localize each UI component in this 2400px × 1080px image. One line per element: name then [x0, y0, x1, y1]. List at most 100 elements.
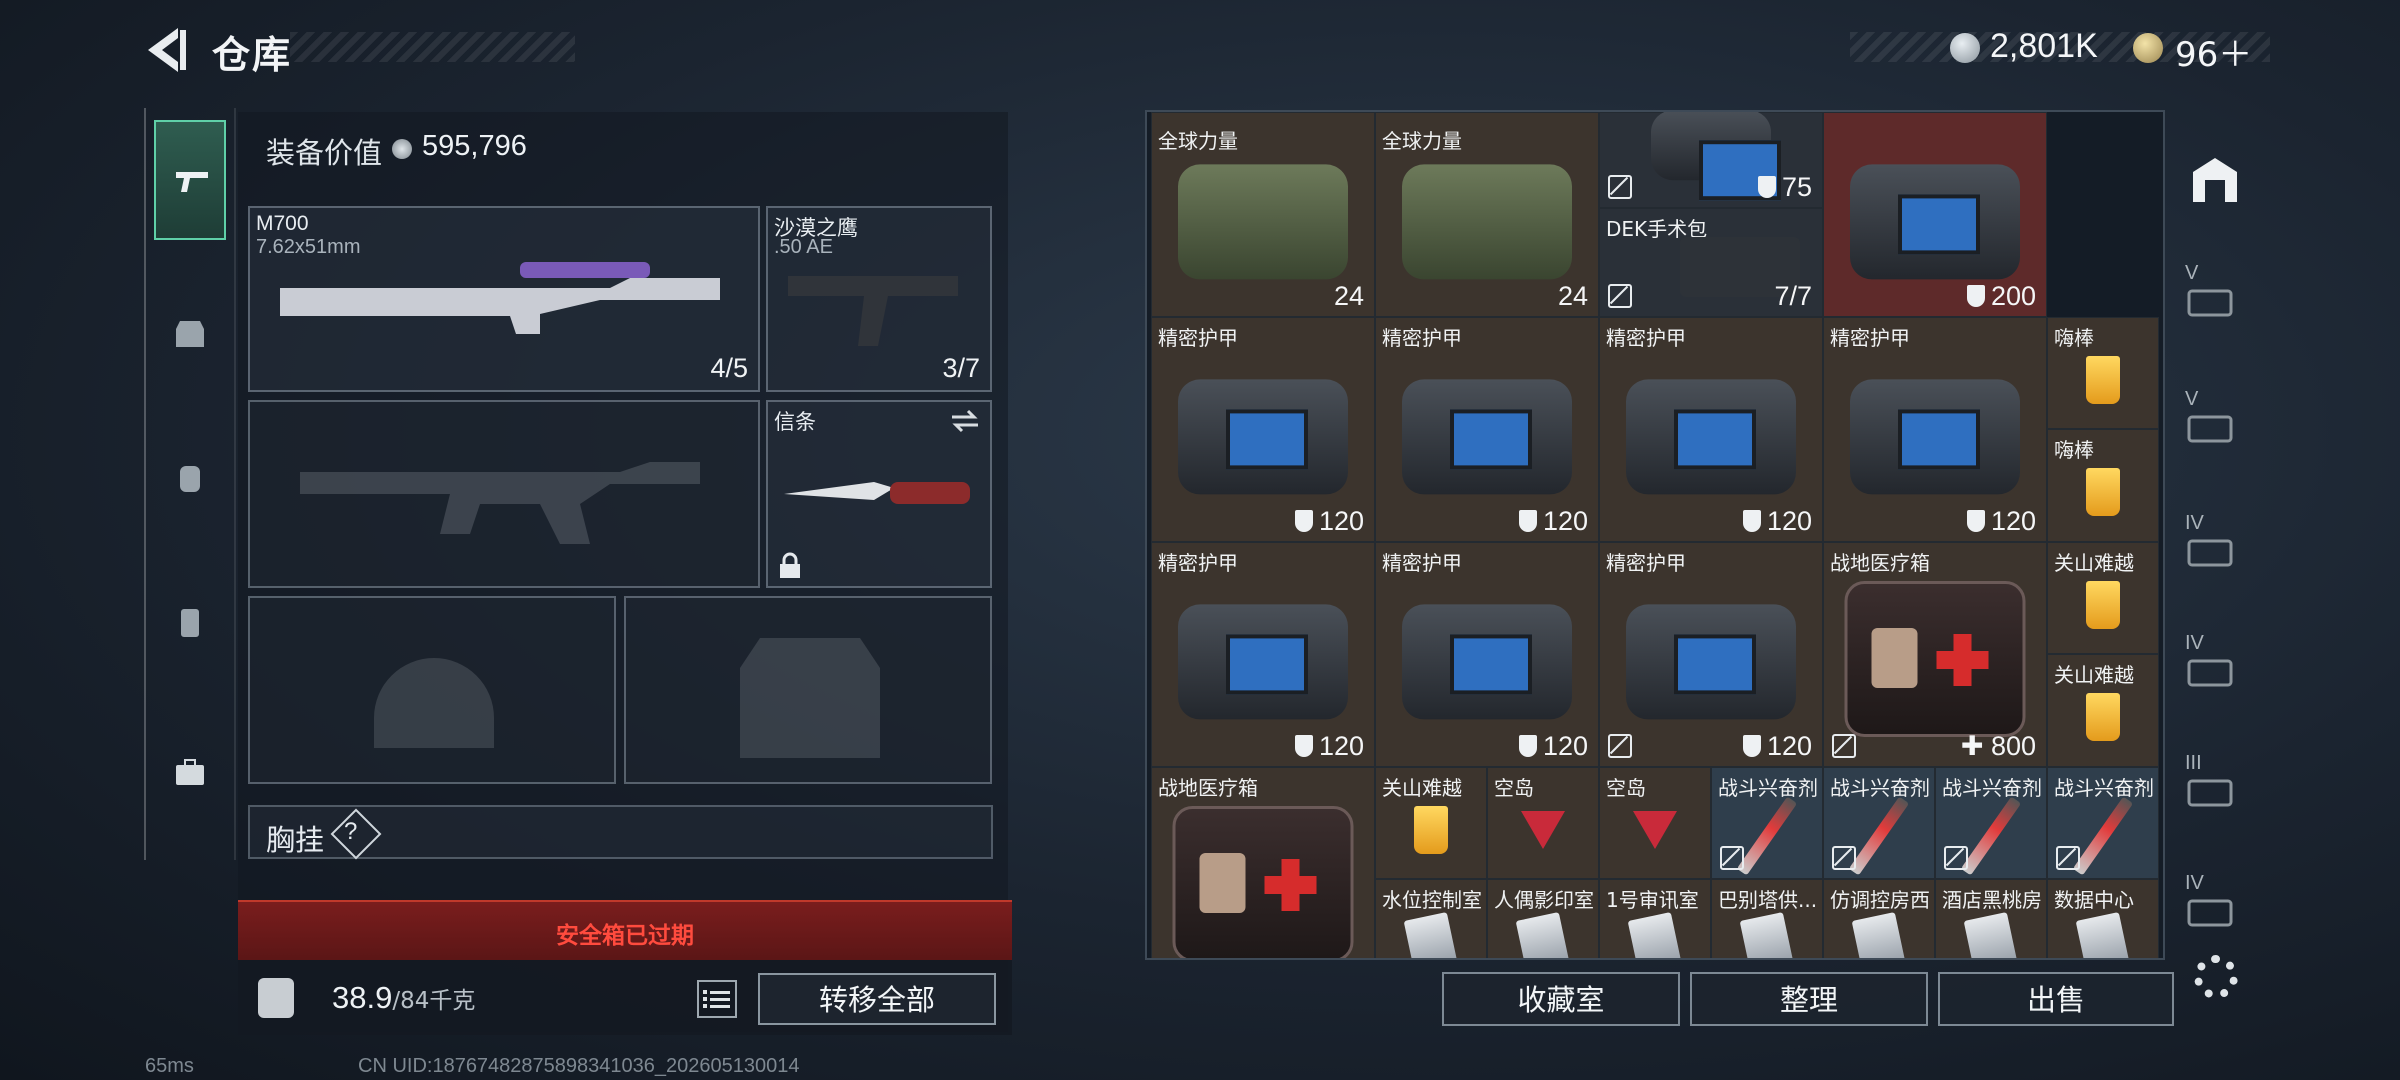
drink-icon: [1414, 805, 1448, 854]
item-name: 空岛: [1494, 776, 1534, 800]
keycard-icon: [1515, 911, 1571, 958]
chest-rig-section[interactable]: 胸挂 ?: [248, 805, 993, 860]
syringe-icon: [1960, 796, 2022, 876]
grid-item[interactable]: 精密护甲 120: [1151, 317, 1375, 542]
grid-item[interactable]: 精密护甲 120: [1375, 317, 1599, 542]
tab-chest-rig[interactable]: [154, 565, 226, 685]
list-icon: [703, 990, 730, 1008]
grid-item[interactable]: DEK手术包 7/7: [1599, 208, 1823, 317]
grid-item[interactable]: 仿调控房西: [1823, 879, 1935, 958]
armor-bag-icon: [1626, 378, 1796, 494]
help-icon-text: ?: [344, 818, 358, 845]
slot-name: 信条: [774, 411, 816, 434]
grid-item[interactable]: 1号审讯室: [1599, 879, 1711, 958]
item-value: 120: [1294, 506, 1364, 537]
armor-bag-icon: [1850, 163, 2020, 279]
grid-item[interactable]: 精密护甲 120: [1599, 317, 1823, 542]
melee-slot[interactable]: 信条: [766, 400, 992, 588]
stash-tab-2[interactable]: V: [2185, 388, 2245, 448]
sidearm-slot[interactable]: 沙漠之鹰 .50 AE 3/7: [766, 206, 992, 392]
grid-item[interactable]: 战地医疗箱 ✚ 800: [1823, 542, 2047, 767]
grid-item[interactable]: 精密护甲 120: [1151, 542, 1375, 767]
tab-case[interactable]: [154, 715, 226, 835]
stash-tab-6[interactable]: IV: [2185, 872, 2245, 932]
grid-item[interactable]: 人偶影印室: [1487, 879, 1599, 958]
equipment-value-label: 装备价值: [266, 136, 383, 170]
item-value: 120: [1966, 506, 2036, 537]
plus-icon: ✚: [1960, 731, 1991, 761]
grid-item[interactable]: 关山难越: [2047, 542, 2159, 654]
list-view-button[interactable]: [697, 980, 737, 1018]
grid-item[interactable]: 关山难越: [2047, 654, 2159, 767]
item-name: 精密护甲: [1382, 551, 1462, 575]
shield-icon: [1966, 285, 1985, 307]
stash-tab-5[interactable]: III: [2185, 752, 2245, 812]
body-armor-slot[interactable]: [624, 596, 992, 784]
item-name: 关山难越: [2054, 551, 2134, 575]
drink-icon: [2086, 355, 2120, 404]
secondary-weapon-slot[interactable]: [248, 400, 760, 588]
coin-icon: [392, 139, 412, 159]
page-title: 仓库: [212, 33, 293, 77]
grid-item[interactable]: 嗨棒: [2047, 429, 2159, 542]
medkit-icon: [1172, 805, 1354, 958]
grid-item[interactable]: 数据中心: [2047, 879, 2159, 958]
tab-backpack[interactable]: [154, 420, 226, 540]
restricted-icon: [1608, 175, 1632, 199]
helmet-slot[interactable]: [248, 596, 616, 784]
item-value: 7/7: [1774, 281, 1812, 311]
carry-weight: 38.9/84千克: [332, 980, 475, 1016]
grid-item[interactable]: 空岛: [1487, 767, 1599, 879]
stash-icon: [2187, 899, 2233, 927]
storage-home-icon[interactable]: [2185, 150, 2245, 210]
shield-icon: [1966, 510, 1985, 532]
stash-tab-3[interactable]: IV: [2185, 512, 2245, 572]
grid-item[interactable]: 精密护甲 120: [1599, 542, 1823, 767]
gear-icon[interactable]: [2194, 955, 2238, 999]
token-amount[interactable]: 96＋: [2175, 27, 2252, 76]
grid-item[interactable]: 巴别塔供...: [1711, 879, 1823, 958]
grid-item[interactable]: 战斗兴奋剂: [1711, 767, 1823, 879]
tab-weapons[interactable]: [154, 120, 226, 240]
transfer-all-button[interactable]: 转移全部: [758, 973, 996, 1025]
grid-item[interactable]: 水位控制室: [1375, 879, 1487, 958]
equipment-value: 595,796: [422, 130, 527, 162]
grid-item[interactable]: 战斗兴奋剂: [1935, 767, 2047, 879]
stash-icon: [2187, 779, 2233, 807]
sort-button[interactable]: 整理: [1690, 972, 1928, 1026]
storage-grid[interactable]: 全球力量 24 全球力量 24 75 DEK手术包 7/7 200 精密护甲 1…: [1145, 110, 2165, 960]
tab-armor[interactable]: [154, 275, 226, 395]
grid-item[interactable]: 战斗兴奋剂: [1823, 767, 1935, 879]
item-value: 120: [1518, 731, 1588, 762]
grid-item[interactable]: 战地医疗箱: [1151, 767, 1375, 958]
grid-item[interactable]: 关山难越: [1375, 767, 1487, 879]
knife-icon: [784, 482, 970, 504]
grid-item[interactable]: 战斗兴奋剂: [2047, 767, 2159, 879]
stash-tab-1[interactable]: V: [2185, 262, 2245, 322]
grid-item[interactable]: 全球力量 24: [1151, 112, 1375, 317]
restricted-icon: [1944, 846, 1968, 870]
money-amount: 2,801K: [1990, 27, 2098, 65]
grid-item[interactable]: 嗨棒: [2047, 317, 2159, 429]
sell-button[interactable]: 出售: [1938, 972, 2174, 1026]
safebox-expired-banner[interactable]: 安全箱已过期: [238, 900, 1012, 960]
slot-name: M700: [256, 212, 309, 235]
stash-tab-4[interactable]: IV: [2185, 632, 2245, 692]
grid-item[interactable]: 酒店黑桃房: [1935, 879, 2047, 958]
grid-item[interactable]: 全球力量 24: [1375, 112, 1599, 317]
keycard-icon: [2075, 911, 2131, 958]
tier-label: IV: [2185, 632, 2204, 654]
swap-icon[interactable]: [950, 408, 980, 434]
armor-bag-icon: [1402, 378, 1572, 494]
cocktail-icon: [1521, 810, 1565, 849]
item-name: 精密护甲: [1382, 326, 1462, 350]
grid-item[interactable]: 200: [1823, 112, 2047, 317]
collection-room-button[interactable]: 收藏室: [1442, 972, 1680, 1026]
primary-weapon-slot[interactable]: M700 7.62x51mm 4/5: [248, 206, 760, 392]
back-icon[interactable]: [140, 22, 190, 78]
grid-item[interactable]: 75: [1599, 112, 1823, 208]
grid-item[interactable]: 精密护甲 120: [1375, 542, 1599, 767]
grid-item[interactable]: 精密护甲 120: [1823, 317, 2047, 542]
item-name: 全球力量: [1382, 129, 1462, 153]
grid-item[interactable]: 空岛: [1599, 767, 1711, 879]
